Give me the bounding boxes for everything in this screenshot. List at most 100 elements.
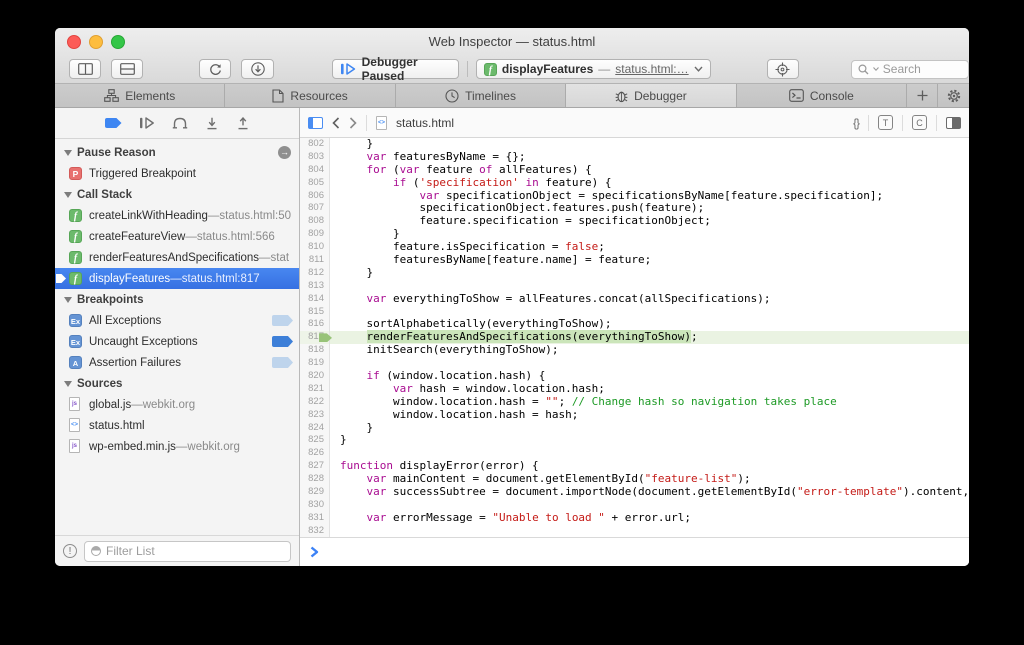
goto-breakpoint-icon[interactable]: → [278,146,291,159]
line-number[interactable]: 827 [300,460,330,473]
breakpoint-all-exceptions[interactable]: Ex All Exceptions [55,310,299,331]
line-number[interactable]: 810 [300,241,330,254]
section-title: Call Stack [77,189,132,201]
source-item-global-js[interactable]: js global.js — webkit.org [55,394,299,415]
line-number[interactable]: 822 [300,396,330,409]
pretty-print-button[interactable]: {} [853,116,859,130]
line-number[interactable]: 809 [300,228,330,241]
quick-console-bar[interactable] [300,537,969,566]
disclosure-triangle-icon[interactable] [64,192,72,198]
step-over-button[interactable] [172,117,188,129]
pause-reason-item[interactable]: P Triggered Breakpoint [55,163,299,184]
line-number[interactable]: 821 [300,383,330,396]
back-button[interactable] [332,117,340,129]
line-number[interactable]: 807 [300,202,330,215]
close-window-button[interactable] [67,35,81,49]
minimize-window-button[interactable] [89,35,103,49]
tab-timelines[interactable]: Timelines [396,84,566,107]
tab-resources[interactable]: Resources [225,84,395,107]
line-number[interactable]: 806 [300,190,330,203]
type-profiler-button[interactable]: T [878,115,893,130]
call-stack-frame[interactable]: f createFeatureView — status.html:566 [55,226,299,247]
line-number[interactable]: 830 [300,499,330,512]
element-selection-button[interactable] [767,59,799,79]
debugger-paused-button[interactable]: Debugger Paused [332,59,459,79]
code-line: 832 [300,525,969,537]
titlebar[interactable]: Web Inspector — status.html [55,28,969,55]
line-number[interactable]: 818 [300,344,330,357]
line-number[interactable]: 814 [300,293,330,306]
disclosure-triangle-icon[interactable] [64,297,72,303]
source-item-status-html[interactable]: <> status.html [55,415,299,436]
call-stack-frame-selected[interactable]: f displayFeatures — status.html:817 [55,268,299,289]
line-number[interactable]: 802 [300,138,330,151]
line-number[interactable]: 825 [300,434,330,447]
filter-list-input[interactable]: Filter List [84,541,291,562]
breakpoints-header[interactable]: Breakpoints [55,289,299,310]
forward-button[interactable] [349,117,357,129]
line-number[interactable]: 811 [300,254,330,267]
source-code-editor[interactable]: 802 }803 var featuresByName = {};804 for… [300,138,969,537]
line-number[interactable]: 805 [300,177,330,190]
elements-icon [104,89,119,102]
line-number[interactable]: 817 [300,331,330,344]
line-number[interactable]: 804 [300,164,330,177]
toggle-left-sidebar-button[interactable] [308,117,323,129]
dock-side-button[interactable] [69,59,101,79]
breakpoint-enable-toggle[interactable] [272,315,293,326]
frame-location: stat [271,252,290,264]
step-into-button[interactable] [205,117,219,130]
tab-console[interactable]: Console [737,84,907,107]
line-number[interactable]: 829 [300,486,330,499]
toggle-right-sidebar-button[interactable] [946,117,961,129]
scope-chain-dropdown[interactable]: f displayFeatures — status.html:… [476,59,711,79]
search-input[interactable]: Search [851,60,969,79]
breakpoint-assertion-failures[interactable]: A Assertion Failures [55,352,299,373]
breakpoint-uncaught-exceptions[interactable]: Ex Uncaught Exceptions [55,331,299,352]
line-number[interactable]: 831 [300,512,330,525]
line-number[interactable]: 813 [300,280,330,293]
disclosure-triangle-icon[interactable] [64,150,72,156]
step-out-button[interactable] [236,117,250,130]
line-number[interactable]: 812 [300,267,330,280]
line-number[interactable]: 816 [300,318,330,331]
line-number[interactable]: 832 [300,525,330,537]
reload-button[interactable] [199,59,231,79]
breakpoint-enable-toggle[interactable] [272,357,293,368]
line-number[interactable]: 823 [300,409,330,422]
call-stack-frame[interactable]: f renderFeaturesAndSpecifications — stat [55,247,299,268]
breakpoints-toggle-button[interactable] [105,118,122,128]
zoom-window-button[interactable] [111,35,125,49]
code-coverage-button[interactable]: C [912,115,927,130]
code-line: 814 var everythingToShow = allFeatures.c… [300,293,969,306]
filter-scope-icon[interactable] [91,546,101,556]
dock-bottom-button[interactable] [111,59,143,79]
disclosure-triangle-icon[interactable] [64,381,72,387]
nav-separator [868,115,869,131]
tab-elements[interactable]: Elements [55,84,225,107]
console-prompt-icon [310,546,319,558]
code-text: initSearch(everythingToShow); [330,344,559,357]
settings-button[interactable] [938,84,969,107]
line-number[interactable]: 808 [300,215,330,228]
line-number[interactable]: 824 [300,422,330,435]
line-number[interactable]: 819 [300,357,330,370]
call-stack-header[interactable]: Call Stack [55,184,299,205]
line-number[interactable]: 803 [300,151,330,164]
sources-header[interactable]: Sources [55,373,299,394]
breakpoint-enable-toggle[interactable] [272,336,293,347]
pause-resume-button[interactable] [139,117,155,129]
debugger-bug-icon [615,89,628,103]
line-number[interactable]: 820 [300,370,330,383]
call-stack-frame[interactable]: f createLinkWithHeading — status.html:50 [55,205,299,226]
gear-icon [947,89,961,103]
tab-debugger[interactable]: Debugger [566,84,736,107]
new-tab-button[interactable] [907,84,938,107]
line-number[interactable]: 826 [300,447,330,460]
line-number[interactable]: 828 [300,473,330,486]
source-item-wp-embed[interactable]: js wp-embed.min.js — webkit.org [55,436,299,457]
issues-filter-icon[interactable]: ! [63,544,77,558]
download-button[interactable] [241,59,273,79]
line-number[interactable]: 815 [300,306,330,319]
pause-reason-header[interactable]: Pause Reason → [55,142,299,163]
